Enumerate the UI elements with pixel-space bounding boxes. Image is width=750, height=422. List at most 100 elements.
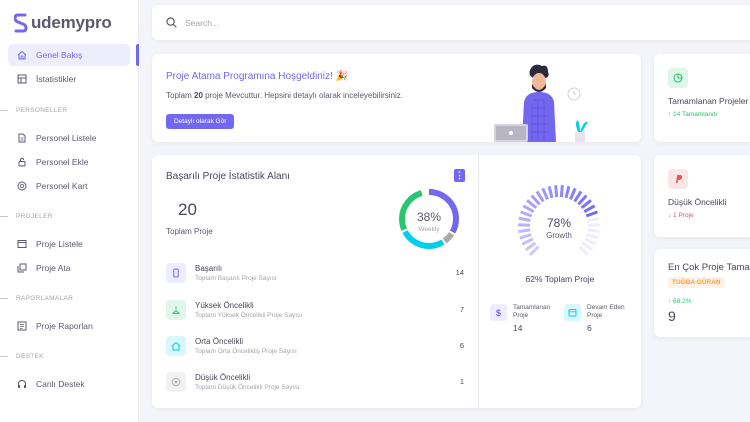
gauge-tick [521,237,534,246]
section-personeller: PERSONELLER [0,107,139,114]
gauge-tick [559,185,564,198]
gauge-tick [587,228,600,234]
sidebar-item-label: Personel Ekle [36,157,89,167]
logo[interactable]: udemypro [14,13,112,33]
sidebar-item-proje-listele[interactable]: Proje Listele [8,233,130,255]
logo-text: udemypro [31,13,112,32]
help-circle-icon [17,181,27,191]
file-icon [18,133,26,143]
gauge-tick [569,187,577,200]
gauge-tick [535,190,545,203]
section-destek: DESTEK [0,353,139,360]
top-performer-pct: ↑ 68.2% [668,298,692,305]
total-percent-label: 62% Toplam Proje [525,274,595,284]
low-priority-card: Düşük Öncelikli ↓ 1 Proje [654,155,750,237]
smartphone-icon [166,263,186,283]
gauge-tick [522,204,535,214]
donut-label: Weekly [418,226,440,233]
sidebar-item-personel-ekle[interactable]: Personel Ekle [8,151,130,173]
sidebar-item-istatistikler[interactable]: İstatistikler [8,68,130,90]
gauge-tick [581,241,594,252]
completed-sub: ↑ 14 Tamamlandı [668,111,718,118]
stats-card: Başarılı Proje İstatistik Alanı ⋮ 20 Top… [152,155,641,408]
gauge-tick [578,245,590,257]
headphones-icon [18,379,26,388]
sidebar-item-label: Proje Ata [36,263,71,273]
sidebar-item-proje-ata[interactable]: Proje Ata [8,257,130,279]
gauge-tick [518,228,531,234]
donut-value: 38% [417,210,441,224]
growth-gauge: 78% Growth [517,185,601,257]
stat-row[interactable]: Başarılı Toplam Başarılı Proje Sayısı 14 [166,263,464,285]
gauge-tick [547,185,554,199]
section-raporlamalar: RAPORLAMALAR [0,295,139,302]
home-icon [166,336,186,356]
more-vertical-icon[interactable]: ⋮ [454,169,465,182]
mini-stat-value: 6 [587,323,592,333]
total-projects-value: 20 [178,200,197,219]
gauge-tick [573,190,583,203]
sidebar-item-label: Genel Bakış [36,50,83,60]
gauge-tick [583,204,596,214]
search-icon [166,17,177,28]
gauge-tick [524,241,537,252]
sidebar-item-label: Canlı Destek [36,379,85,389]
mini-stat-label: Tamamlanan Proje [513,304,551,320]
lock-icon [18,157,26,167]
stat-row-value: 6 [459,341,464,350]
top-performer-card: En Çok Proje Tamamlayan TUĞBA GÜRAN ↑ 68… [654,249,750,337]
stat-row-value: 14 [455,268,464,277]
stat-row[interactable]: Orta Öncelikli Toplam Orta Öncelikliş Pr… [166,336,464,358]
sidebar-item-personel-listele[interactable]: Personel Listele [8,127,130,149]
sidebar-item-personel-kart[interactable]: Personel Kart [8,175,130,197]
gauge-label: Growth [546,231,572,240]
shirt-icon [166,300,186,320]
sidebar-item-label: Personel Listele [36,133,97,143]
sidebar-item-label: Personel Kart [36,181,88,191]
gauge-tick [541,187,549,200]
dollar-icon: $ [490,304,507,321]
total-projects-label: Toplam Proje [166,227,213,236]
completed-title: Tamamlanan Projeler [668,96,749,106]
welcome-text: Toplam 20 proje Mevcuttur. Hepsini detay… [166,91,404,100]
active-indicator [136,44,139,66]
top-performer-value: 9 [668,308,676,324]
logo-mark-icon [14,13,28,33]
soccer-ball-icon [166,372,186,392]
sidebar-item-label: Proje Raporları [36,321,94,331]
search-bar[interactable] [152,5,750,40]
gauge-tick [585,210,599,218]
stat-row[interactable]: Yüksek Öncelikli Toplam Yüksek Öncelikli… [166,300,464,322]
stat-row-title: Düşük Öncelikli [195,373,251,382]
sidebar-item-genel-bakis[interactable]: Genel Bakış [8,44,130,66]
sidebar: udemypro Genel Bakış İstatistikler PERSO… [0,0,139,422]
gauge-value: 78% [547,216,571,230]
search-input[interactable] [185,17,485,28]
sidebar-item-proje-raporlari[interactable]: Proje Raporları [8,315,130,337]
stats-title: Başarılı Proje İstatistik Alanı [166,171,290,182]
home-icon [17,50,27,60]
gauge-tick [586,233,599,240]
welcome-title: Proje Atama Programına Hoşgeldiniz! 🎉 [166,71,348,82]
report-icon [17,321,27,331]
welcome-card: Proje Atama Programına Hoşgeldiniz! 🎉 To… [152,54,641,142]
stat-row-sub: Toplam Başarılı Proje Sayısı [195,275,277,282]
top-performer-badge: TUĞBA GÜRAN [668,277,725,288]
low-priority-title: Düşük Öncelikli [668,197,727,207]
sidebar-item-label: Proje Listele [36,239,83,249]
gauge-tick [584,237,597,246]
gauge-tick [528,245,540,257]
stat-row-title: Yüksek Öncelikli [195,301,254,310]
stat-row[interactable]: Düşük Öncelikli Toplam Düşük Öncelikli P… [166,372,464,394]
stat-row-sub: Toplam Düşük Öncelikli Proje Sayısı [195,384,300,391]
copy-icon [17,263,27,273]
details-button[interactable]: Detaylı olarak Gör [166,114,235,129]
gauge-tick [519,210,533,218]
pie-chart-icon [668,68,688,88]
section-projeler: PROJELER [0,213,139,220]
stat-row-value: 1 [459,377,464,386]
stat-row-value: 7 [459,305,464,314]
stat-row-sub: Toplam Yüksek Öncelikli Proje Sayısı [195,312,303,319]
sidebar-item-canli-destek[interactable]: Canlı Destek [8,373,130,395]
calendar-icon [564,304,581,321]
